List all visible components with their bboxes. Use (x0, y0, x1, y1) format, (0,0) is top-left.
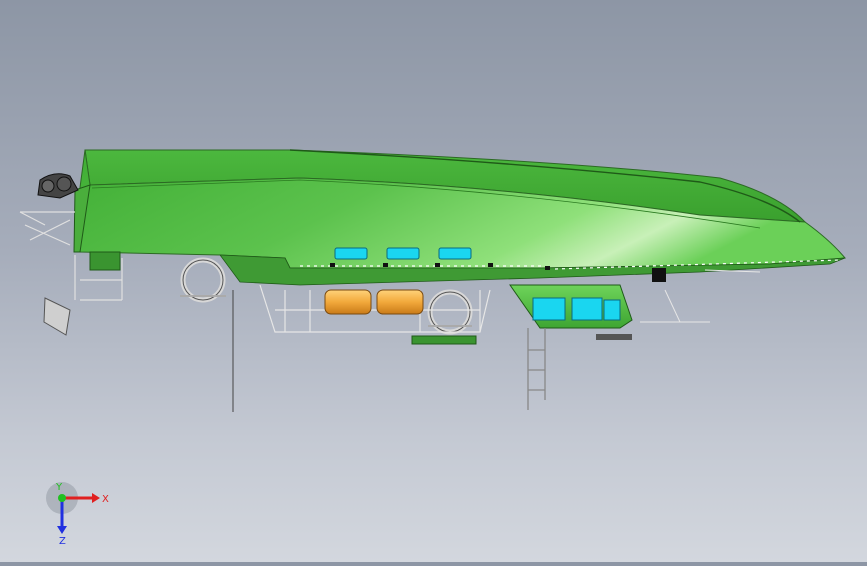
stair-landing (411, 335, 477, 345)
ship-model[interactable] (0, 0, 867, 562)
pod-window (571, 297, 603, 321)
lifebuoy-mid (427, 289, 473, 335)
coordinate-triad: X Y Z (40, 478, 120, 548)
pod-window (532, 297, 566, 321)
pod-ladder (527, 328, 546, 410)
y-axis-dot (58, 494, 66, 502)
life-raft (324, 289, 372, 315)
pod-window (603, 299, 621, 321)
z-axis-label: Z (59, 536, 66, 547)
bow-hatch (652, 268, 666, 282)
lifebuoy-stern (180, 257, 226, 303)
hull-window (334, 247, 368, 260)
x-axis-label: X (102, 494, 109, 505)
hull-window (386, 247, 420, 260)
pod-base (596, 334, 632, 340)
stern-box (89, 251, 121, 271)
stern-machinery (37, 173, 79, 199)
hull-windows (334, 247, 472, 260)
stern-flap (43, 297, 71, 336)
life-raft (376, 289, 424, 315)
hull-window (438, 247, 472, 260)
y-axis-label: Y (55, 482, 63, 493)
graphics-viewport[interactable] (0, 0, 867, 562)
